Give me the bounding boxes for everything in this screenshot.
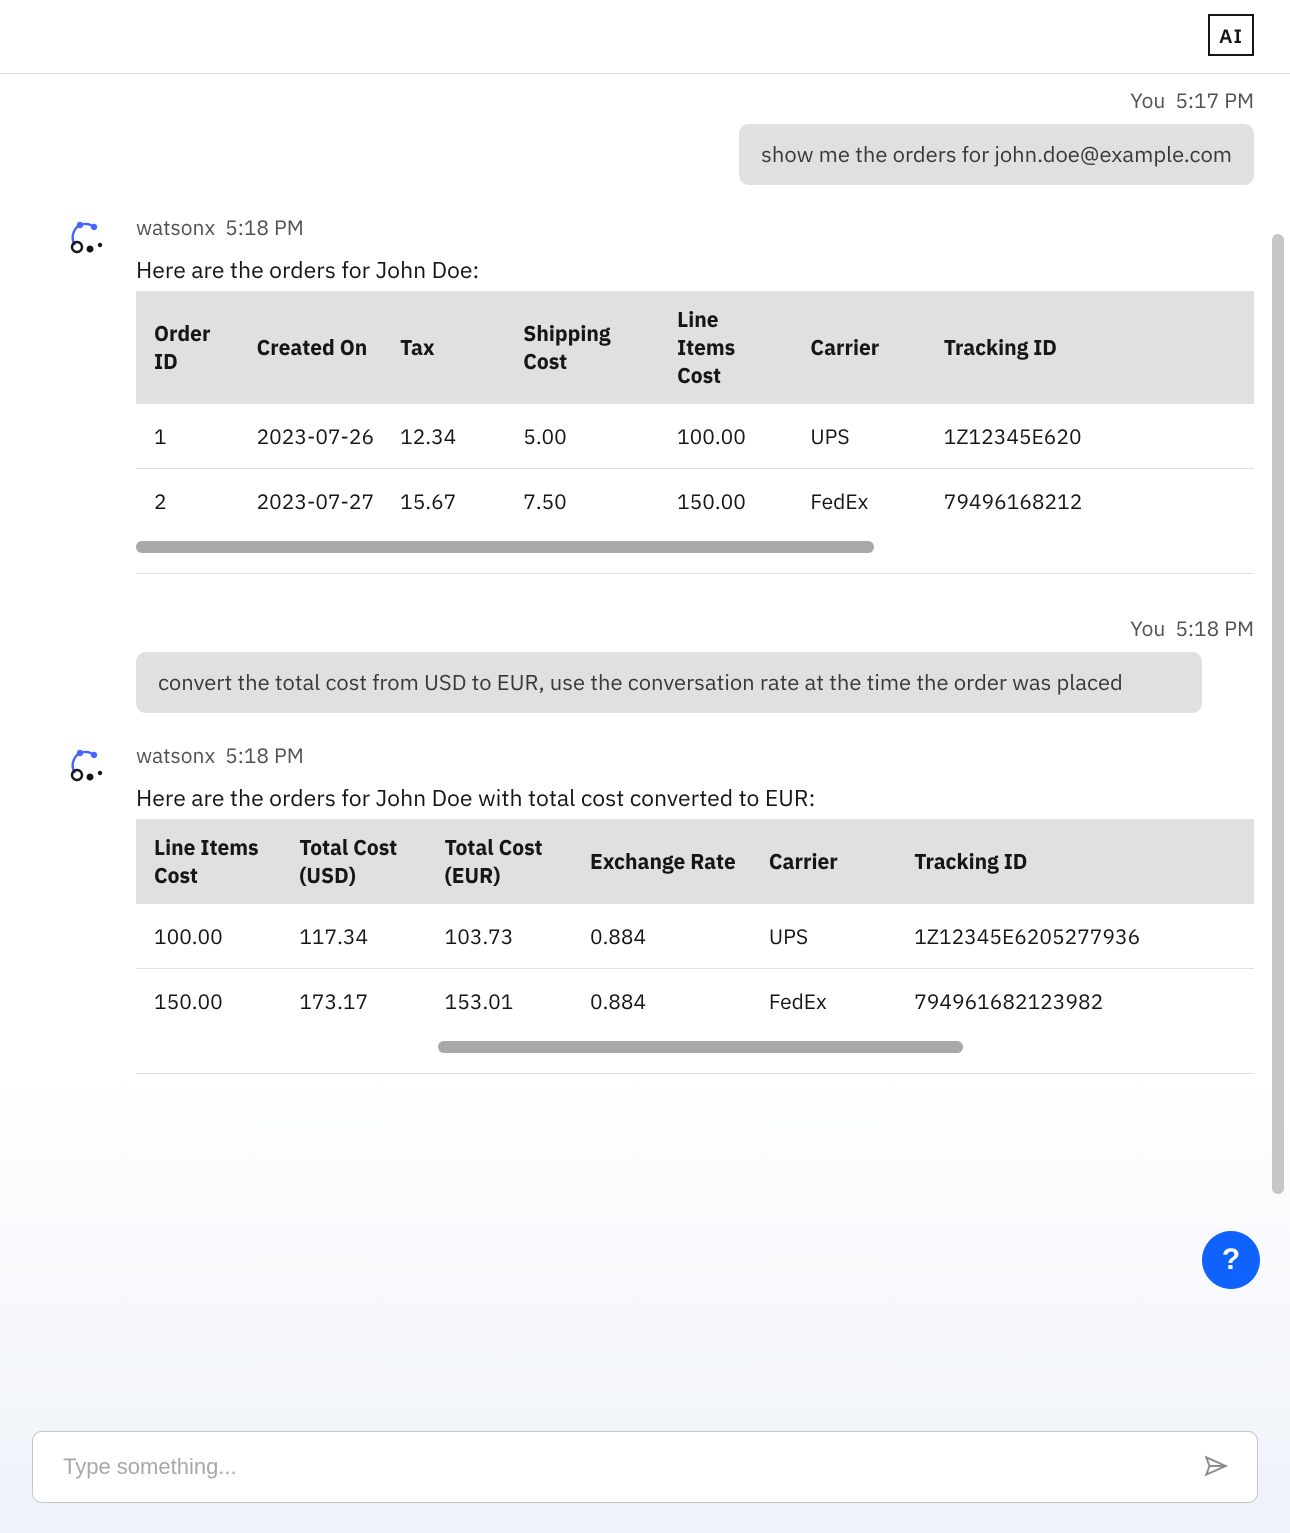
table-row: 100.00 117.34 103.73 0.884 UPS 1Z12345E6… [136, 904, 1254, 969]
message-text: convert the total cost from USD to EUR, … [158, 668, 1123, 697]
sender-name: watsonx [136, 213, 215, 241]
cell: 5.00 [505, 404, 659, 469]
message-meta: watsonx 5:18 PM [136, 741, 1254, 769]
col-header: Line Items Cost [136, 819, 281, 904]
cell: 100.00 [659, 404, 792, 469]
bot-message-text: Here are the orders for John Doe with to… [136, 783, 1254, 813]
horizontal-scrollbar[interactable] [136, 541, 1254, 553]
message-time: 5:18 PM [1175, 614, 1254, 642]
col-header: Tracking ID [896, 819, 1254, 904]
table-header-row: Order ID Created On Tax Shipping Cost Li… [136, 291, 1254, 404]
message-meta: You 5:18 PM [0, 614, 1254, 642]
cell: 7.50 [505, 469, 659, 534]
col-header: Tracking ID [926, 291, 1254, 404]
cell: 117.34 [281, 904, 426, 969]
orders-table: Order ID Created On Tax Shipping Cost Li… [136, 291, 1254, 533]
table-row: 150.00 173.17 153.01 0.884 FedEx 7949616… [136, 969, 1254, 1034]
col-header: Carrier [751, 819, 896, 904]
bot-avatar [66, 743, 106, 783]
cell: 15.67 [382, 469, 505, 534]
cell: 153.01 [427, 969, 572, 1034]
sender-name: You [1130, 614, 1165, 642]
message-time: 5:18 PM [225, 213, 304, 241]
ai-badge: AI [1208, 14, 1254, 56]
help-icon: ? [1222, 1243, 1240, 1277]
bot-avatar [66, 215, 106, 255]
message-time: 5:17 PM [1175, 86, 1254, 114]
bot-message-text: Here are the orders for John Doe: [136, 255, 1254, 285]
cell: 12.34 [382, 404, 505, 469]
cell: 2023-07-27 [239, 469, 383, 534]
table-row: 1 2023-07-26 12.34 5.00 100.00 UPS 1Z123… [136, 404, 1254, 469]
cell: 150.00 [136, 969, 281, 1034]
cell: 79496168212 [926, 469, 1254, 534]
cell: 1Z12345E6205277936 [896, 904, 1254, 969]
converted-table-wrapper: Line Items Cost Total Cost (USD) Total C… [136, 819, 1254, 1074]
orders-table-wrapper: Order ID Created On Tax Shipping Cost Li… [136, 291, 1254, 574]
horizontal-scrollbar[interactable] [136, 1041, 1254, 1053]
cell: 794961682123982 [896, 969, 1254, 1034]
message-meta: watsonx 5:18 PM [136, 213, 1254, 241]
cell: FedEx [751, 969, 896, 1034]
cell: FedEx [792, 469, 925, 534]
user-message-bubble: convert the total cost from USD to EUR, … [136, 652, 1202, 713]
col-header: Order ID [136, 291, 239, 404]
send-icon [1203, 1453, 1229, 1479]
user-message-bubble: show me the orders for john.doe@example.… [739, 124, 1254, 185]
col-header: Shipping Cost [505, 291, 659, 404]
message-input[interactable] [63, 1454, 1197, 1480]
message-meta: You 5:17 PM [0, 86, 1254, 114]
col-header: Line Items Cost [659, 291, 792, 404]
cell: 1Z12345E620 [926, 404, 1254, 469]
chat-area: You 5:17 PM show me the orders for john.… [0, 74, 1290, 1417]
col-header: Total Cost (USD) [281, 819, 426, 904]
message-composer[interactable] [32, 1431, 1258, 1503]
help-button[interactable]: ? [1202, 1231, 1260, 1289]
message-time: 5:18 PM [225, 741, 304, 769]
cell: UPS [792, 404, 925, 469]
cell: 0.884 [572, 969, 751, 1034]
cell: UPS [751, 904, 896, 969]
col-header: Carrier [792, 291, 925, 404]
send-button[interactable] [1197, 1447, 1235, 1488]
cell: 2 [136, 469, 239, 534]
message-text: show me the orders for john.doe@example.… [761, 140, 1232, 169]
converted-table: Line Items Cost Total Cost (USD) Total C… [136, 819, 1254, 1033]
table-row: 2 2023-07-27 15.67 7.50 150.00 FedEx 794… [136, 469, 1254, 534]
col-header: Tax [382, 291, 505, 404]
cell: 1 [136, 404, 239, 469]
col-header: Created On [239, 291, 383, 404]
sender-name: watsonx [136, 741, 215, 769]
cell: 2023-07-26 [239, 404, 383, 469]
top-bar: AI [0, 0, 1290, 74]
cell: 150.00 [659, 469, 792, 534]
cell: 103.73 [427, 904, 572, 969]
cell: 173.17 [281, 969, 426, 1034]
cell: 0.884 [572, 904, 751, 969]
col-header: Total Cost (EUR) [427, 819, 572, 904]
table-header-row: Line Items Cost Total Cost (USD) Total C… [136, 819, 1254, 904]
sender-name: You [1130, 86, 1165, 114]
cell: 100.00 [136, 904, 281, 969]
col-header: Exchange Rate [572, 819, 751, 904]
vertical-scrollbar[interactable] [1272, 234, 1284, 1194]
